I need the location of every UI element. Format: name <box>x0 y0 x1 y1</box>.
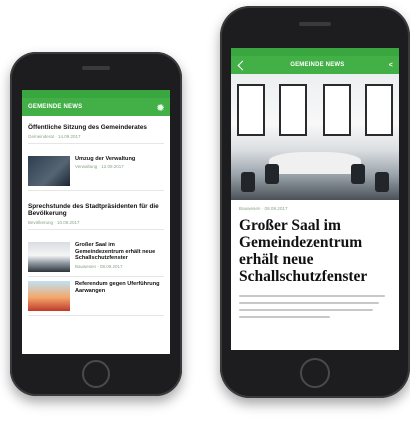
news-item-4[interactable]: Großer Saal im Gemeindezentrum erhält ne… <box>28 238 164 277</box>
left-screen: GEMEINDE NEWS Öffentliche Sitzung des Ge… <box>22 90 170 354</box>
article-meta: Bauwesen · 08.09.2017 <box>239 206 288 211</box>
article-hero-image <box>231 74 399 200</box>
window-shape <box>323 84 351 136</box>
article-title: Großer Saal im Gemeindezentrum erhält ne… <box>75 241 156 262</box>
news-item-1[interactable]: Öffentliche Sitzung des Gemeinderates Ge… <box>28 120 164 144</box>
app-bar: GEMEINDE NEWS < <box>231 56 399 74</box>
chair <box>375 172 389 192</box>
home-button[interactable] <box>300 358 330 388</box>
article-title: Sprechstunde des Stadtpräsidenten für di… <box>28 202 159 218</box>
news-feed: Öffentliche Sitzung des Gemeinderates Ge… <box>22 116 170 320</box>
home-button[interactable] <box>82 360 110 388</box>
article-headline: Großer Saal im Gemeindezentrum erhält ne… <box>239 217 368 285</box>
share-icon[interactable]: < <box>389 62 393 69</box>
article-thumbnail <box>28 155 70 186</box>
chair <box>351 164 365 184</box>
chair <box>265 164 279 184</box>
text-line <box>239 302 379 304</box>
article-title: Umzug der Verwaltung <box>75 155 136 162</box>
chair <box>241 172 255 192</box>
app-bar: GEMEINDE NEWS <box>22 98 170 116</box>
article-meta: Bauwesen · 08.09.2017 <box>75 264 123 270</box>
text-line <box>239 309 373 311</box>
window-shape <box>279 84 307 136</box>
article-detail: Bauwesen · 08.09.2017 Großer Saal im Gem… <box>231 200 399 329</box>
window-shape <box>365 84 393 136</box>
app-title: GEMEINDE NEWS <box>290 62 345 68</box>
right-screen: GEMEINDE NEWS < Bauwesen · 08.09.2017 Gr… <box>231 48 399 350</box>
article-meta: Bevölkerung · 10.09.2017 <box>28 219 80 225</box>
window-shape <box>237 84 265 136</box>
speaker <box>299 22 331 26</box>
article-meta: Gemeinderat · 14.09.2017 <box>28 133 81 139</box>
article-thumbnail <box>28 241 70 272</box>
gear-icon[interactable] <box>157 103 164 111</box>
article-meta: Verwaltung · 12.09.2017 <box>75 164 124 170</box>
status-bar <box>22 90 170 98</box>
text-line <box>239 316 331 318</box>
article-thumbnail <box>28 280 70 311</box>
news-item-2[interactable]: Umzug der Verwaltung Verwaltung · 12.09.… <box>28 152 164 191</box>
article-title: Öffentliche Sitzung des Gemeinderates <box>28 124 147 131</box>
article-title: Referendum gegen Uferführung Aarwangen <box>75 280 160 294</box>
article-body <box>239 295 391 318</box>
app-title: GEMEINDE NEWS <box>28 104 83 110</box>
news-item-3[interactable]: Sprechstunde des Stadtpräsidenten für di… <box>28 199 164 230</box>
left-phone: GEMEINDE NEWS Öffentliche Sitzung des Ge… <box>10 52 182 396</box>
status-bar <box>231 48 399 56</box>
text-line <box>239 295 385 297</box>
right-phone: GEMEINDE NEWS < Bauwesen · 08.09.2017 Gr… <box>220 6 410 398</box>
speaker <box>82 66 110 70</box>
conference-table <box>269 152 361 174</box>
news-item-5[interactable]: Referendum gegen Uferführung Aarwangen <box>28 277 164 316</box>
